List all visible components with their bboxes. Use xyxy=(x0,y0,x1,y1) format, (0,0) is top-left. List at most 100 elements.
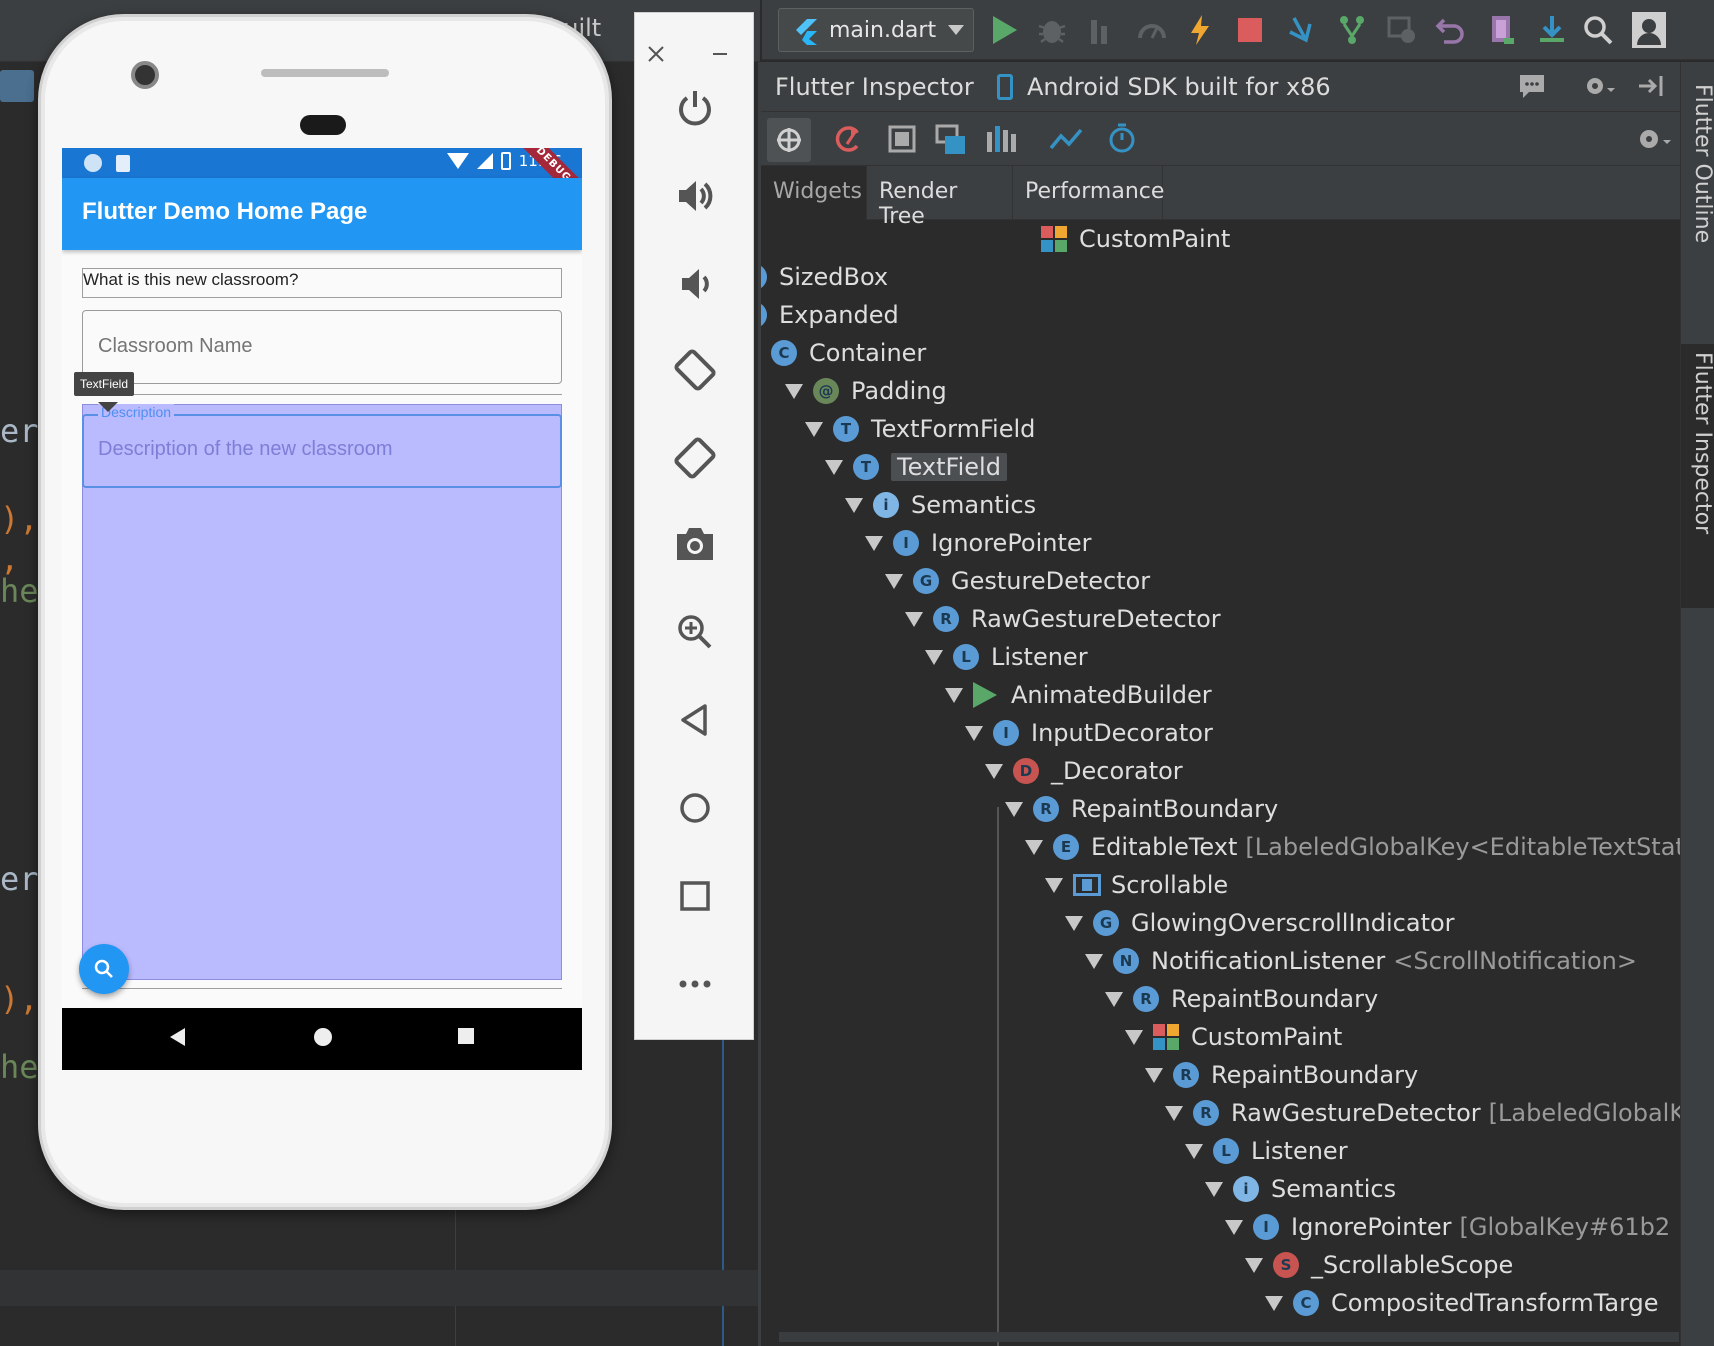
expand-toggle-icon[interactable] xyxy=(883,570,905,592)
tree-node[interactable]: L Listener xyxy=(1183,1132,1348,1170)
tree-node[interactable]: T TextField xyxy=(823,448,1007,486)
home-button[interactable] xyxy=(635,783,755,833)
nav-home-icon[interactable] xyxy=(314,1028,332,1046)
expand-toggle-icon[interactable] xyxy=(1011,228,1033,250)
tree-node[interactable]: C Container xyxy=(761,334,926,372)
expand-toggle-icon[interactable] xyxy=(1143,1064,1165,1086)
debug-paint-icon[interactable] xyxy=(887,124,917,154)
run-configuration-dropdown[interactable]: main.dart xyxy=(778,8,974,52)
nav-back-icon[interactable] xyxy=(170,1028,185,1046)
tree-node[interactable]: R RepaintBoundary xyxy=(1143,1056,1418,1094)
expand-toggle-icon[interactable] xyxy=(1003,798,1025,820)
tree-node[interactable]: N NotificationListener <ScrollNotification… xyxy=(1083,942,1637,980)
nav-recents-icon[interactable] xyxy=(458,1028,474,1044)
tree-node[interactable]: R RepaintBoundary xyxy=(1103,980,1378,1018)
expand-toggle-icon[interactable] xyxy=(783,380,805,402)
select-widget-mode-button[interactable] xyxy=(767,118,811,162)
horizontal-scrollbar[interactable] xyxy=(779,1332,1679,1342)
editor-tool-icon[interactable] xyxy=(0,70,34,102)
tab-flutter-outline[interactable]: Flutter Outline xyxy=(1681,76,1714,326)
vcs-update-button[interactable] xyxy=(1284,12,1320,48)
rotate-left-button[interactable] xyxy=(635,345,755,395)
vcs-revert-button[interactable] xyxy=(1432,12,1468,48)
tree-node[interactable]: G GestureDetector xyxy=(883,562,1150,600)
expand-toggle-icon[interactable] xyxy=(1023,836,1045,858)
expand-toggle-icon[interactable] xyxy=(823,456,845,478)
gear-icon[interactable] xyxy=(1583,72,1617,100)
volume-down-button[interactable] xyxy=(635,259,755,309)
performance-overlay-icon[interactable] xyxy=(985,124,1017,154)
rotate-right-button[interactable] xyxy=(635,433,755,483)
performance-chart-icon[interactable] xyxy=(1049,126,1083,152)
tree-node[interactable]: S SizedBox xyxy=(761,258,888,296)
volume-up-button[interactable] xyxy=(635,171,755,221)
tree-node[interactable]: R RepaintBoundary xyxy=(1003,790,1278,828)
overview-button[interactable] xyxy=(635,871,755,921)
tree-node[interactable]: C CompositedTransformTarge xyxy=(1263,1284,1659,1322)
tab-widgets[interactable]: Widgets xyxy=(761,166,867,220)
emulator-minimize-button[interactable] xyxy=(685,29,755,79)
expand-toggle-icon[interactable] xyxy=(863,532,885,554)
tab-render-tree[interactable]: Render Tree xyxy=(867,166,1013,229)
back-button[interactable] xyxy=(635,695,755,745)
search-button[interactable] xyxy=(1580,12,1616,48)
account-button[interactable] xyxy=(1632,12,1666,48)
power-button[interactable] xyxy=(635,83,755,133)
expand-toggle-icon[interactable] xyxy=(1243,1254,1265,1276)
tree-node[interactable]: I IgnorePointer [GlobalKey#61b2 xyxy=(1223,1208,1670,1246)
expand-toggle-icon[interactable] xyxy=(983,760,1005,782)
tree-node[interactable]: R RawGestureDetector [LabeledGlobalK xyxy=(1163,1094,1681,1132)
description-field[interactable]: Description Description of the new class… xyxy=(82,404,562,488)
tree-node[interactable]: i Semantics xyxy=(843,486,1036,524)
debug-button[interactable] xyxy=(1034,12,1070,48)
stop-button[interactable] xyxy=(1232,12,1268,48)
hide-panel-icon[interactable] xyxy=(1637,72,1667,100)
refresh-tree-icon[interactable] xyxy=(831,122,863,156)
vcs-history-button[interactable] xyxy=(1384,12,1420,48)
tree-node[interactable]: G GlowingOverscrollIndicator xyxy=(1063,904,1455,942)
expand-toggle-icon[interactable] xyxy=(1123,1026,1145,1048)
tree-node[interactable]: S _ScrollableScope xyxy=(1243,1246,1513,1284)
expand-toggle-icon[interactable] xyxy=(1043,874,1065,896)
gear-icon[interactable] xyxy=(1635,124,1675,154)
expand-toggle-icon[interactable] xyxy=(1163,1102,1185,1124)
device-screen[interactable]: 11:06 DEBUG Flutter Demo Home Page What … xyxy=(62,148,582,1070)
tree-node[interactable]: Scrollable xyxy=(1043,866,1228,904)
expand-toggle-icon[interactable] xyxy=(843,494,865,516)
tree-node[interactable]: E Expanded xyxy=(761,296,899,334)
expand-toggle-icon[interactable] xyxy=(943,684,965,706)
zoom-button[interactable] xyxy=(635,607,755,657)
expand-toggle-icon[interactable] xyxy=(963,722,985,744)
repaint-rainbow-icon[interactable] xyxy=(935,124,967,156)
tree-node[interactable]: AnimatedBuilder xyxy=(943,676,1212,714)
expand-toggle-icon[interactable] xyxy=(1183,1140,1205,1162)
expand-toggle-icon[interactable] xyxy=(903,608,925,630)
screenshot-button[interactable] xyxy=(635,519,755,569)
hot-reload-button[interactable] xyxy=(1182,12,1218,48)
tree-node[interactable]: L Listener xyxy=(923,638,1088,676)
expand-toggle-icon[interactable] xyxy=(1223,1216,1245,1238)
tree-node[interactable]: @ Padding xyxy=(783,372,947,410)
tree-node[interactable]: i Semantics xyxy=(1203,1170,1396,1208)
run-button[interactable] xyxy=(986,12,1022,48)
tree-node[interactable]: I InputDecorator xyxy=(963,714,1213,752)
tab-flutter-inspector[interactable]: Flutter Inspector xyxy=(1681,344,1714,608)
tree-node[interactable]: CustomPaint xyxy=(1123,1018,1342,1056)
tree-node[interactable]: E EditableText [LabeledGlobalKey<EditableT… xyxy=(1023,828,1681,866)
expand-toggle-icon[interactable] xyxy=(1063,912,1085,934)
download-button[interactable] xyxy=(1534,12,1570,48)
tab-performance[interactable]: Performance xyxy=(1013,166,1164,220)
expand-toggle-icon[interactable] xyxy=(1263,1292,1285,1314)
more-button[interactable] xyxy=(635,959,755,1009)
expand-toggle-icon[interactable] xyxy=(1203,1178,1225,1200)
vcs-commit-button[interactable] xyxy=(1334,12,1370,48)
tree-node[interactable]: CustomPaint xyxy=(1011,220,1230,258)
tree-node[interactable]: R RawGestureDetector xyxy=(903,600,1221,638)
comment-icon[interactable] xyxy=(1517,72,1547,100)
search-fab-button[interactable] xyxy=(79,944,129,994)
device-selector[interactable]: Android SDK built for x86 xyxy=(1027,73,1331,101)
classroom-name-field[interactable]: Classroom Name xyxy=(82,310,562,384)
widget-tree[interactable]: CustomPaint S SizedBox E Expanded C Container @… xyxy=(761,220,1681,1346)
tree-node[interactable]: D _Decorator xyxy=(983,752,1183,790)
coverage-button[interactable] xyxy=(1084,12,1120,48)
